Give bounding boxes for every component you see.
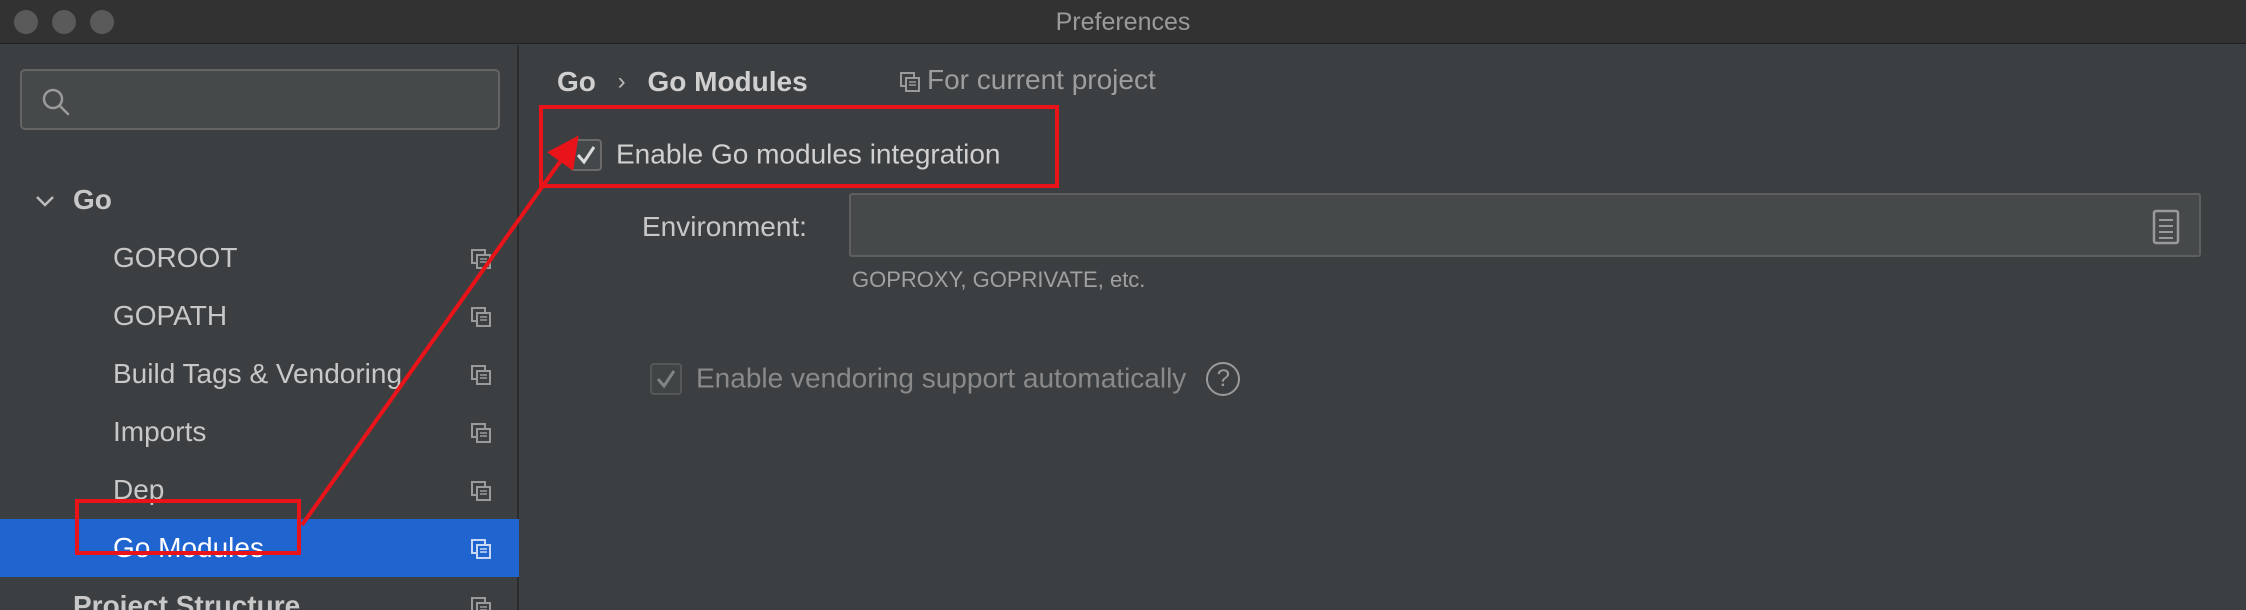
project-scope-icon [471, 365, 491, 385]
sidebar-item-imports[interactable]: Imports [0, 403, 519, 461]
project-scope-icon [471, 481, 491, 501]
project-scope-icon [471, 307, 491, 327]
breadcrumb-item[interactable]: Go [557, 62, 596, 102]
sidebar-item-label: Build Tags & Vendoring [113, 358, 403, 389]
sidebar-item-label: GOROOT [113, 242, 238, 273]
project-scope-icon [471, 249, 491, 269]
window-title: Preferences [1055, 8, 1191, 36]
help-icon[interactable]: ? [1206, 361, 1241, 396]
annotation-box-enable-modules [539, 105, 1059, 188]
scope-label: For current project [927, 64, 1156, 95]
environment-field[interactable] [849, 193, 2201, 257]
vendoring-label: Enable vendoring support automatically [696, 362, 1187, 394]
tree-group-go[interactable]: Go [0, 171, 519, 229]
sidebar-item-label: Imports [113, 416, 207, 447]
project-scope-icon [900, 71, 920, 92]
project-scope-icon [471, 423, 491, 443]
sidebar-item-label: GOPATH [113, 300, 228, 331]
tree-group-project-structure[interactable]: Project Structure [0, 577, 519, 610]
project-scope-icon [471, 539, 491, 559]
sidebar-item-build-tags[interactable]: Build Tags & Vendoring [0, 345, 519, 403]
browse-variables-icon[interactable] [2151, 209, 2181, 245]
search-icon [42, 88, 70, 116]
breadcrumb: Go › Go Modules [557, 60, 808, 100]
project-scope-icon [471, 597, 491, 610]
checkmark-icon [656, 369, 676, 389]
search-input[interactable] [20, 69, 500, 130]
sidebar-item-gopath[interactable]: GOPATH [0, 287, 519, 345]
title-bar: Preferences [0, 0, 2246, 44]
tree-group-label: Project Structure [73, 590, 301, 610]
vendoring-checkbox[interactable] [650, 362, 682, 395]
sidebar-item-goroot[interactable]: GOROOT [0, 229, 519, 287]
annotation-box-go-modules [75, 499, 301, 555]
breadcrumb-item: Go Modules [647, 65, 808, 97]
chevron-down-icon[interactable] [34, 190, 56, 212]
tree-group-label: Go [73, 184, 112, 215]
vendoring-option[interactable]: Enable vendoring support automatically? [650, 356, 1241, 398]
breadcrumb-separator: › [617, 67, 626, 95]
environment-hint: GOPROXY, GOPRIVATE, etc. [852, 267, 1146, 292]
scope-indicator: For current project [899, 60, 1156, 100]
environment-label: Environment: [642, 211, 807, 242]
